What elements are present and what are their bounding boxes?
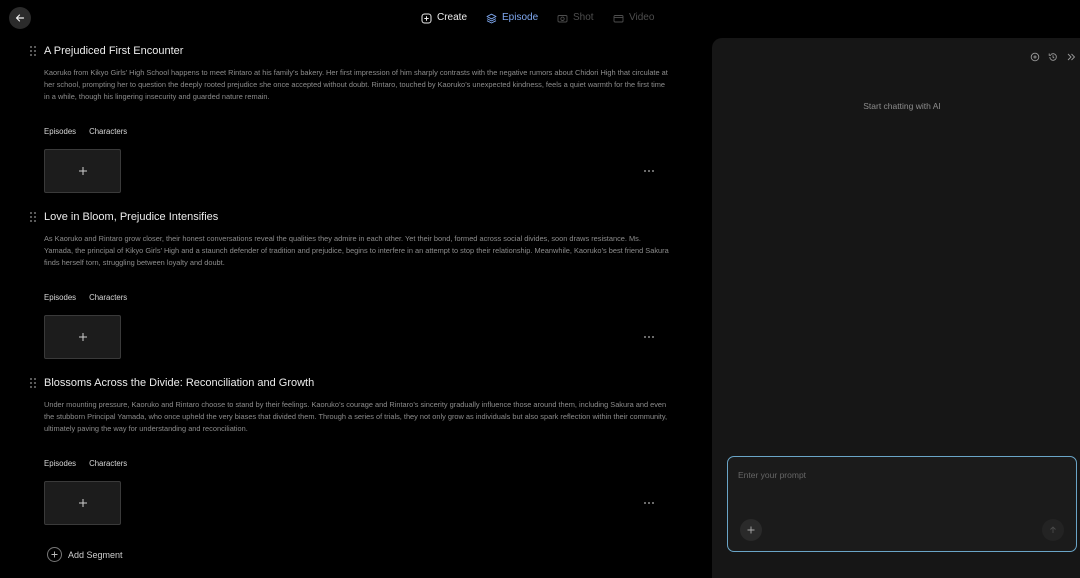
back-button[interactable] [9,7,31,29]
plus-icon [747,526,755,534]
segment-title[interactable]: A Prejudiced First Encounter [44,44,183,58]
segment-tabs: Episodes Characters [44,459,127,469]
more-options-button[interactable] [644,168,658,174]
segment-card: Blossoms Across the Divide: Reconciliati… [0,374,700,544]
arrow-up-icon [1050,526,1056,533]
plus-icon [78,333,87,341]
history-icon[interactable] [1047,51,1058,62]
plus-circle-icon [421,13,432,23]
segment-card: Love in Bloom, Prejudice Intensifies As … [0,208,700,378]
video-icon [613,14,624,22]
tab-characters[interactable]: Characters [89,127,127,137]
more-options-button[interactable] [644,334,658,340]
plus-icon [78,499,87,507]
add-segment-button[interactable]: Add Segment [47,547,123,562]
more-options-button[interactable] [644,500,658,506]
tab-video-label: Video [629,12,655,23]
tab-episode[interactable]: Episode [486,11,538,25]
tab-episodes[interactable]: Episodes [44,127,76,137]
segment-card: A Prejudiced First Encounter Kaoruko fro… [0,42,700,212]
drag-handle-icon[interactable] [30,212,36,222]
segment-title[interactable]: Love in Bloom, Prejudice Intensifies [44,210,218,224]
add-episode-button[interactable] [44,149,121,193]
prompt-input[interactable] [738,467,1058,483]
chat-panel: Start chatting with AI [712,38,1080,578]
prompt-box [727,456,1077,552]
plus-circle-icon [47,547,62,562]
segment-tabs: Episodes Characters [44,293,127,303]
tab-create-label: Create [437,12,468,23]
new-chat-icon[interactable] [1029,51,1040,62]
tab-video[interactable]: Video [613,11,654,25]
segment-title[interactable]: Blossoms Across the Divide: Reconciliati… [44,376,314,390]
tab-episodes[interactable]: Episodes [44,293,76,303]
add-segment-label: Add Segment [68,549,123,560]
chat-header-actions [1029,51,1076,62]
tab-shot-label: Shot [573,12,594,23]
plus-icon [78,167,87,175]
segment-description[interactable]: As Kaoruko and Rintaro grow closer, thei… [44,233,669,270]
tab-create[interactable]: Create [421,11,467,25]
chat-empty-state: Start chatting with AI [863,101,941,111]
add-episode-button[interactable] [44,481,121,525]
arrow-left-icon [15,14,25,22]
collapse-panel-icon[interactable] [1065,51,1076,62]
drag-handle-icon[interactable] [30,378,36,388]
segment-tabs: Episodes Characters [44,127,127,137]
tab-characters[interactable]: Characters [89,459,127,469]
tab-characters[interactable]: Characters [89,293,127,303]
tab-episode-label: Episode [502,12,539,23]
camera-icon [557,14,568,22]
top-navigation: Create Episode Shot Video [0,0,1080,36]
layers-icon [486,13,497,23]
tab-episodes[interactable]: Episodes [44,459,76,469]
segment-description[interactable]: Kaoruko from Kikyo Girls’ High School ha… [44,67,669,104]
attach-button[interactable] [740,519,762,541]
tab-shot[interactable]: Shot [557,11,594,25]
send-button[interactable] [1042,519,1064,541]
add-episode-button[interactable] [44,315,121,359]
drag-handle-icon[interactable] [30,46,36,56]
segment-description[interactable]: Under mounting pressure, Kaoruko and Rin… [44,399,669,436]
